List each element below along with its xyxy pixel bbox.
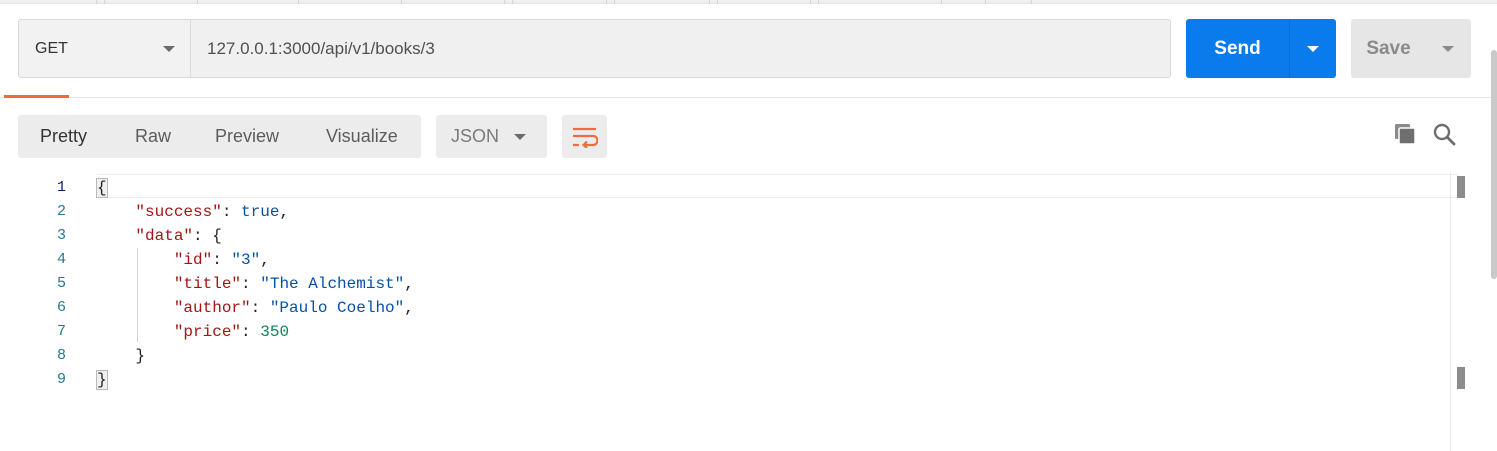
chevron-down-icon [514, 134, 526, 140]
json-key: "id" [173, 251, 213, 269]
json-string: "The Alchemist" [260, 275, 405, 293]
format-select[interactable]: JSON [436, 115, 547, 158]
json-code: { "success": true, "data": { "id": "3", … [96, 176, 1450, 392]
scrollbar[interactable] [1491, 50, 1497, 279]
url-value: 127.0.0.1:3000/api/v1/books/3 [207, 38, 435, 58]
line-number: 6 [56, 299, 66, 316]
code-line: "success": true, [135, 203, 290, 221]
code-line: "title": "The Alchemist", [173, 275, 414, 293]
tab-preview[interactable]: Preview [215, 115, 279, 158]
send-options-button[interactable] [1290, 19, 1336, 78]
json-string: "3" [231, 251, 261, 269]
line-number: 5 [56, 275, 66, 292]
matched-brace: { [96, 178, 108, 198]
line-number: 3 [56, 227, 66, 244]
line-number: 2 [56, 203, 66, 220]
json-key: "author" [173, 299, 251, 317]
line-number: 8 [56, 347, 66, 364]
tab-pretty[interactable]: Pretty [40, 115, 87, 158]
request-tab-strip [0, 0, 1497, 4]
code-line: } [96, 368, 1450, 392]
response-view-tabs: Pretty Raw Preview Visualize [18, 115, 421, 158]
scroll-marker [1457, 367, 1465, 389]
send-button[interactable]: Send [1186, 19, 1289, 78]
json-key: "success" [135, 203, 222, 221]
json-key: "price" [173, 323, 242, 341]
code-line: "id": "3", [173, 251, 270, 269]
section-divider [0, 97, 1497, 98]
tab-visualize[interactable]: Visualize [326, 115, 398, 158]
chevron-down-icon [163, 46, 175, 52]
tab-raw[interactable]: Raw [135, 115, 171, 158]
wrap-lines-icon [572, 127, 598, 148]
search-icon [1433, 123, 1456, 146]
line-number-gutter: 1 2 3 4 5 6 7 8 9 [0, 176, 80, 392]
code-line: { [96, 176, 1450, 200]
format-label: JSON [451, 126, 500, 146]
scroll-marker [1457, 176, 1465, 198]
chevron-down-icon [1307, 46, 1319, 52]
wrap-lines-button[interactable] [562, 115, 607, 158]
line-number: 7 [56, 323, 66, 340]
method-label: GET [35, 39, 68, 57]
code-line: "price": 350 [173, 323, 290, 341]
code-line: } [97, 347, 146, 365]
json-key: "data" [135, 227, 194, 245]
code-line: "data": { [135, 227, 222, 245]
search-button[interactable] [1431, 121, 1457, 147]
save-options-button[interactable] [1426, 19, 1471, 78]
json-string: "Paulo Coelho" [269, 299, 405, 317]
line-number: 4 [56, 251, 66, 268]
code-line: "author": "Paulo Coelho", [173, 299, 414, 317]
line-number: 1 [56, 179, 66, 196]
copy-icon [1395, 124, 1416, 145]
send-button-group: Send [1186, 19, 1336, 78]
matched-brace: } [96, 370, 108, 390]
json-boolean: true [241, 203, 280, 221]
editor-edge [1450, 172, 1451, 451]
json-number: 350 [260, 323, 290, 341]
save-button[interactable]: Save [1351, 19, 1426, 78]
save-button-group: Save [1351, 19, 1471, 78]
url-input[interactable]: 127.0.0.1:3000/api/v1/books/3 [190, 19, 1171, 78]
line-number: 9 [56, 371, 66, 388]
response-body-editor[interactable]: 1 2 3 4 5 6 7 8 9 { "success": true, "da… [0, 172, 1497, 451]
json-key: "title" [173, 275, 242, 293]
method-select[interactable]: GET [18, 19, 191, 78]
active-tab-indicator [4, 95, 69, 98]
chevron-down-icon [1442, 46, 1454, 52]
copy-button[interactable] [1392, 121, 1418, 147]
